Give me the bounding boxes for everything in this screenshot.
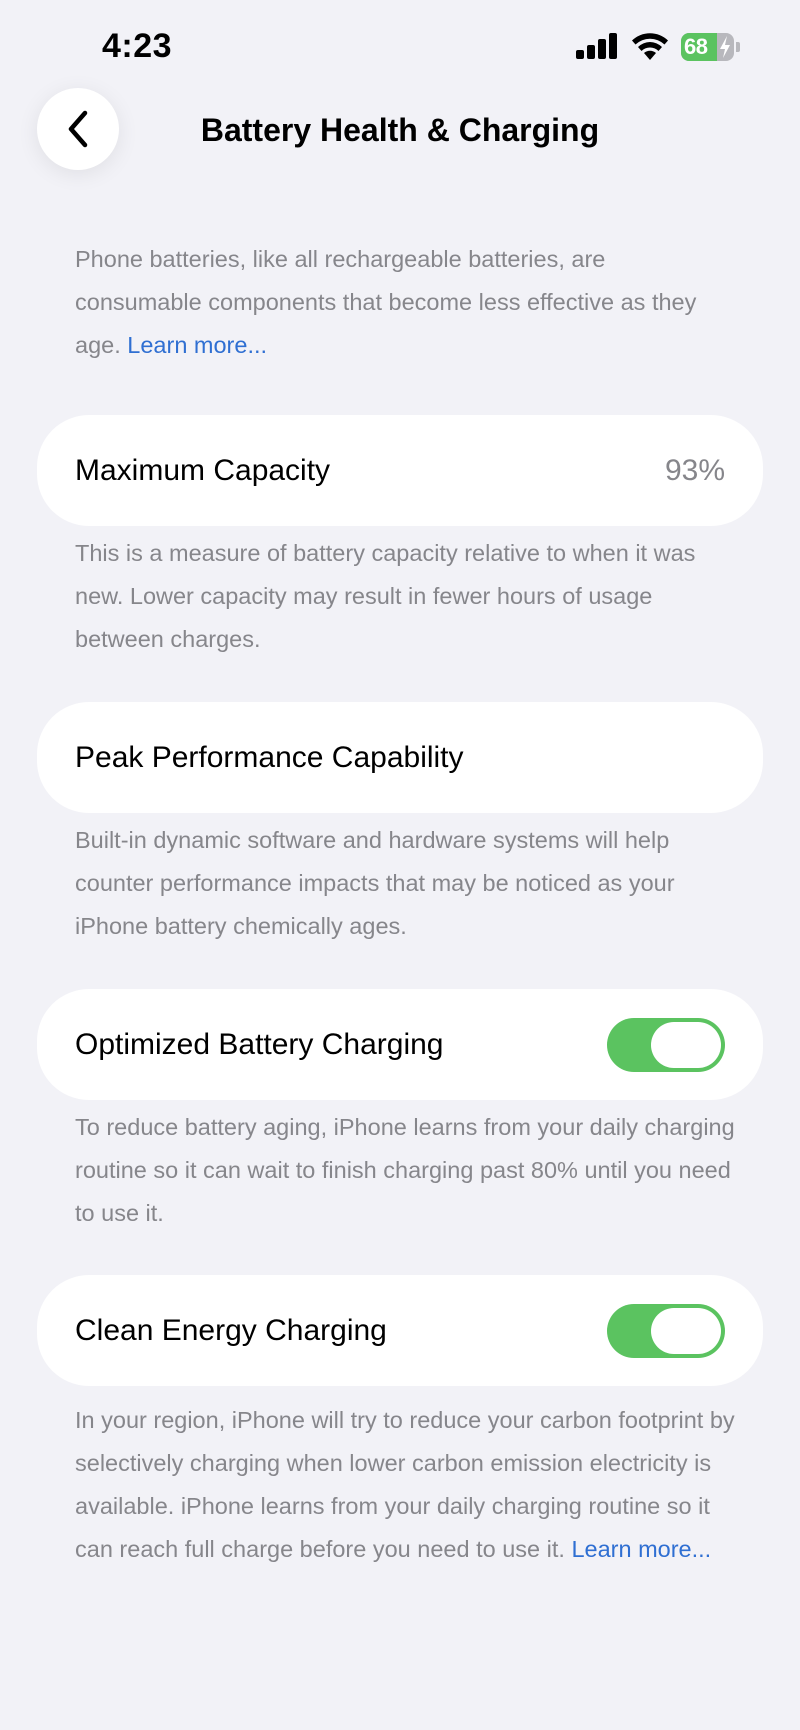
clean-energy-learn-more-link[interactable]: Learn more... <box>571 1536 711 1562</box>
maximum-capacity-footnote: This is a measure of battery capacity re… <box>75 540 696 652</box>
clean-energy-row: Clean Energy Charging <box>37 1275 763 1386</box>
battery-percent: 68 <box>684 34 708 59</box>
intro-text: Phone batteries, like all rechargeable b… <box>75 238 735 367</box>
peak-performance-label: Peak Performance Capability <box>75 741 464 774</box>
maximum-capacity-row: Maximum Capacity 93% <box>37 415 763 526</box>
peak-performance-row: Peak Performance Capability <box>37 702 763 813</box>
wifi-icon <box>632 33 668 60</box>
toggle-knob <box>651 1022 721 1068</box>
battery-health-screen: 4:23 68 Battery Health & Charging Phone … <box>0 0 800 1730</box>
clean-energy-toggle[interactable] <box>607 1304 725 1358</box>
optimized-charging-footnote: To reduce battery aging, iPhone learns f… <box>75 1114 735 1226</box>
clean-energy-footnote: In your region, iPhone will try to reduc… <box>75 1399 735 1571</box>
charging-bolt-icon <box>720 36 730 58</box>
peak-performance-footnote: Built-in dynamic software and hardware s… <box>75 827 675 939</box>
status-bar: 4:23 68 <box>0 0 800 96</box>
optimized-charging-toggle[interactable] <box>607 1018 725 1072</box>
clean-energy-label: Clean Energy Charging <box>75 1314 387 1347</box>
optimized-charging-label: Optimized Battery Charging <box>75 1028 444 1061</box>
cellular-signal-icon <box>576 33 618 59</box>
maximum-capacity-value: 93% <box>664 454 725 487</box>
status-time: 4:23 <box>102 27 173 65</box>
toggle-knob <box>651 1308 721 1354</box>
battery-icon: 68 <box>681 33 740 61</box>
intro-learn-more-link[interactable]: Learn more... <box>127 332 267 358</box>
maximum-capacity-label: Maximum Capacity <box>75 454 331 487</box>
optimized-charging-row: Optimized Battery Charging <box>37 989 763 1100</box>
page-title: Battery Health & Charging <box>200 112 600 148</box>
